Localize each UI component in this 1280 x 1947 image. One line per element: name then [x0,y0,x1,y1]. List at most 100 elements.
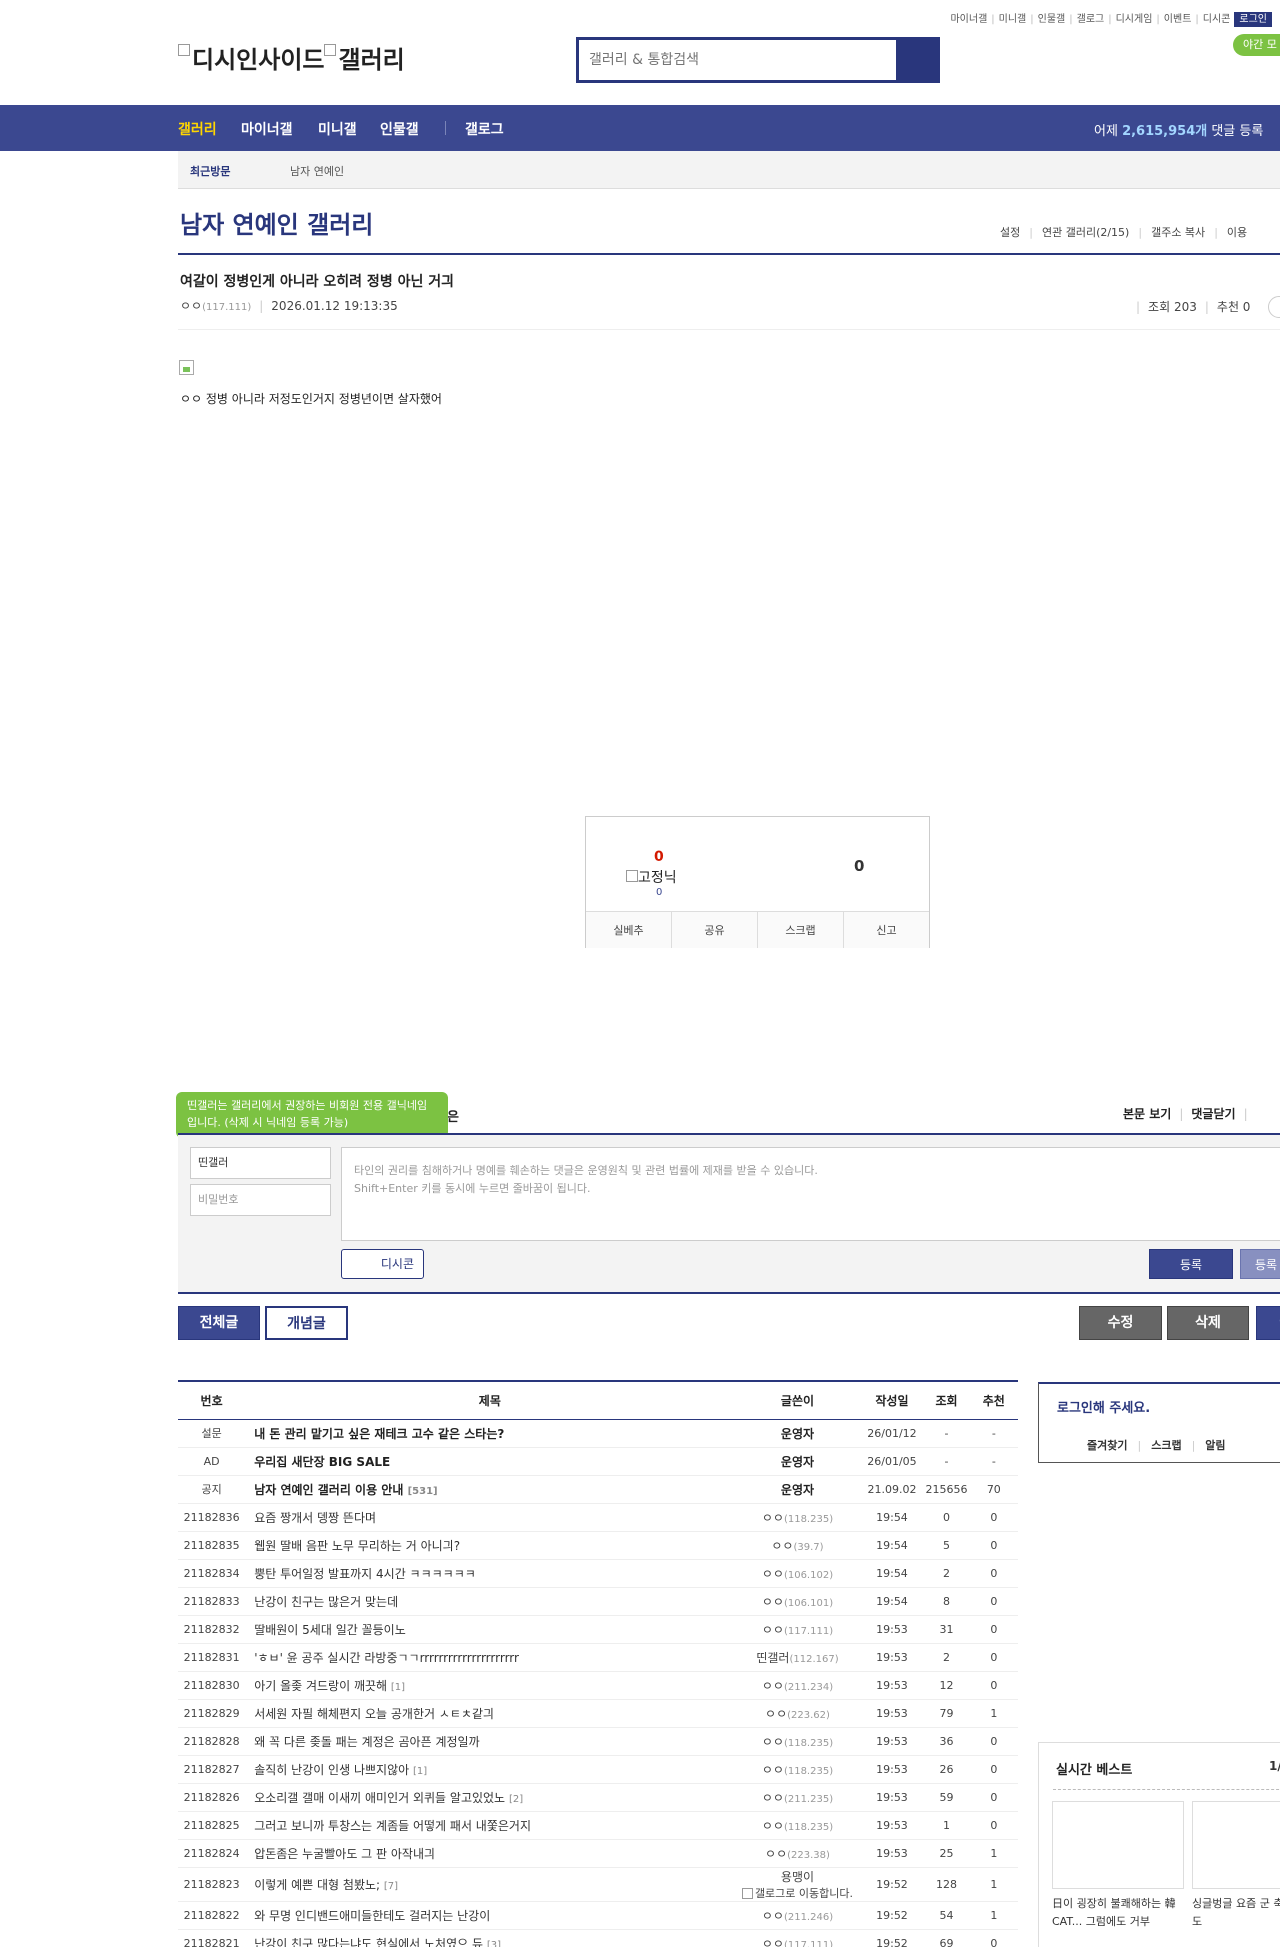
row-writer-name[interactable]: ㅇㅇ [771,1539,793,1553]
table-row[interactable]: 21182831 'ㅎㅂ' 윤 공주 실시간 라방중ㄱㄱrrrrrrrrrrrrr… [178,1643,1018,1672]
table-row[interactable]: 21182826 오소리갤 갤매 이새끼 애미인거 외퀴들 알고있었노 [2] ㅇㅇ… [178,1783,1018,1812]
row-title[interactable]: 왜 꼭 다른 좆돌 패는 계정은 곰아픈 계정일까 [254,1735,479,1749]
copy-gallery-url[interactable]: 갤주소 복사 [1151,226,1205,239]
row-writer-name[interactable]: ㅇㅇ [762,1909,784,1923]
row-title[interactable]: 'ㅎㅂ' 윤 공주 실시간 라방중ㄱㄱrrrrrrrrrrrrrrrrrrrrr [254,1651,519,1665]
row-title-cell[interactable]: 난강이 친구 많다는냐도 현실에서 노처였으 듀 [3] [245,1929,735,1947]
row-comment-count[interactable]: [7] [384,1881,398,1892]
row-writer-name[interactable]: ㅇㅇ [762,1511,784,1525]
table-row[interactable]: 공지 남자 연예인 갤러리 이용 안내 [531] 운영자 21.09.02 21565… [178,1475,1018,1504]
top-link-event[interactable]: 이벤트 [1164,14,1192,25]
alarm-link[interactable]: 알림 [1205,1439,1225,1452]
row-title-cell[interactable]: 솔직히 난강이 인생 나쁘지않아 [1] [245,1755,735,1784]
table-row[interactable]: AD 우리집 새단장 BIG SALE 운영자 26/01/05- - [178,1447,1018,1476]
row-title-cell[interactable]: 아기 올좆 겨드랑이 깨끗해 [1] [245,1671,735,1700]
best-thumbnail[interactable] [1052,1801,1184,1889]
row-writer-name[interactable]: ㅇㅇ [762,1735,784,1749]
row-title-cell[interactable]: 압돈좀은 누굴빨아도 그 판 아작내긔 [245,1839,735,1868]
table-row[interactable]: 21182832 딸배원이 5세대 일간 꼴등이노 ㅇㅇ(117.111) 19:53… [178,1615,1018,1644]
row-title-cell[interactable]: 이렇게 예쁜 대형 첨봤노; [7] [245,1867,735,1902]
nav-person[interactable]: 인물갤 [380,119,419,139]
top-link-mini[interactable]: 미니갤 [999,14,1027,25]
row-title[interactable]: 그러고 보니까 투창스는 계좀들 어떻게 패서 내쫓은거지 [254,1819,531,1833]
site-logo[interactable]: 디시인사이드 갤러리 [178,40,405,75]
comment-textarea[interactable]: 타인의 권리를 침해하거나 명예를 훼손하는 댓글은 운영원칙 및 관련 법률에… [341,1147,1280,1241]
row-title[interactable]: 뿡탄 투어일정 발표까지 4시간 ㅋㅋㅋㅋㅋㅋ [254,1567,476,1581]
table-row[interactable]: 21182822 와 무명 인디밴드애미들한테도 걸러지는 난강이 ㅇㅇ(211.2… [178,1901,1018,1930]
more-options-icon[interactable] [1268,296,1280,318]
dccon-button[interactable]: 디시콘 [341,1249,424,1279]
row-title-cell[interactable]: 그러고 보니까 투창스는 계좀들 어떻게 패서 내쫓은거지 [245,1811,735,1840]
row-writer-name[interactable]: 운영자 [781,1483,814,1497]
row-title-cell[interactable]: 왜 꼭 다른 좆돌 패는 계정은 곰아픈 계정일까 [245,1727,735,1756]
top-link-gallog[interactable]: 갤로그 [1077,14,1105,25]
row-title-cell[interactable]: 뿡탄 투어일정 발표까지 4시간 ㅋㅋㅋㅋㅋㅋ [245,1559,735,1588]
row-comment-count[interactable]: [3] [487,1940,501,1947]
table-row[interactable]: 21182836 요즘 짱개서 뎅짱 뜬다며 ㅇㅇ(118.235) 19:54 0 0 [178,1503,1018,1532]
nav-gallery[interactable]: 갤러리 [178,119,217,139]
best-thumbnail[interactable] [1192,1801,1280,1889]
share-button[interactable]: 공유 [672,912,758,948]
post-author[interactable]: ㅇㅇ [180,299,202,313]
close-comments-link[interactable]: 댓글닫기 [1191,1107,1235,1121]
delete-button[interactable]: 삭제 [1167,1306,1249,1340]
table-row[interactable]: 21182821 난강이 친구 많다는냐도 현실에서 노처였으 듀 [3] ㅇㅇ(1… [178,1929,1018,1947]
best-caption[interactable]: 싱글벙글 요즘 군 축도 [1192,1895,1280,1931]
row-title[interactable]: 웹원 딸배 음판 노무 무리하는 거 아니긔? [254,1539,460,1553]
row-writer-name[interactable]: ㅇㅇ [765,1847,787,1861]
row-title[interactable]: 남자 연예인 갤러리 이용 안내 [254,1483,403,1497]
password-field[interactable]: 비밀번호 [190,1184,331,1216]
upvote-count[interactable]: 0 [654,849,664,865]
row-title[interactable]: 딸배원이 5세대 일간 꼴등이노 [254,1623,406,1637]
table-row[interactable]: 21182829 서세원 자필 해체편지 오늘 공개한거 ㅅㅌㅊ같긔 ㅇㅇ(223.… [178,1699,1018,1728]
row-title[interactable]: 아기 올좆 겨드랑이 깨끗해 [254,1679,387,1693]
top-link-person[interactable]: 인물갤 [1038,14,1066,25]
gallery-title[interactable]: 남자 연예인 갤러리 [180,205,373,240]
row-title-cell[interactable]: 남자 연예인 갤러리 이용 안내 [531] [245,1475,735,1504]
favorites-link[interactable]: 즐겨찾기 [1087,1439,1127,1452]
row-title-cell[interactable]: 서세원 자필 해체편지 오늘 공개한거 ㅅㅌㅊ같긔 [245,1699,735,1728]
row-writer-name[interactable]: ㅇㅇ [762,1763,784,1777]
row-title[interactable]: 와 무명 인디밴드애미들한테도 걸러지는 난강이 [254,1909,490,1923]
table-row[interactable]: 21182834 뿡탄 투어일정 발표까지 4시간 ㅋㅋㅋㅋㅋㅋ ㅇㅇ(106.10… [178,1559,1018,1588]
row-title-cell[interactable]: 와 무명 인디밴드애미들한테도 걸러지는 난강이 [245,1901,735,1930]
nickname-field[interactable]: 띤갤러 [190,1147,331,1179]
top-link-game[interactable]: 디시게임 [1116,14,1153,25]
write-button[interactable]: 글 [1256,1306,1280,1340]
table-row[interactable]: 21182827 솔직히 난강이 인생 나쁘지않아 [1] ㅇㅇ(118.235) 1… [178,1755,1018,1784]
row-writer-name[interactable]: 용맹이 [734,1868,860,1885]
row-title-cell[interactable]: 딸배원이 5세대 일간 꼴등이노 [245,1615,735,1644]
row-writer-name[interactable]: ㅇㅇ [762,1819,784,1833]
row-writer-name[interactable]: 운영자 [781,1427,814,1441]
real-best-button[interactable]: 실베추 [586,912,672,948]
table-row[interactable]: 21182830 아기 올좆 겨드랑이 깨끗해 [1] ㅇㅇ(211.234) 19:… [178,1671,1018,1700]
edit-button[interactable]: 수정 [1079,1306,1162,1340]
login-prompt[interactable]: 로그인해 주세요. [1057,1397,1150,1416]
row-writer-name[interactable]: ㅇㅇ [762,1791,784,1805]
row-title[interactable]: 서세원 자필 해체편지 오늘 공개한거 ㅅㅌㅊ같긔 [254,1707,494,1721]
gallery-settings[interactable]: 설정 [1000,226,1020,239]
report-button[interactable]: 신고 [844,912,929,948]
table-row[interactable]: 21182824 압돈좀은 누굴빨아도 그 판 아작내긔 ㅇㅇ(223.38) 19:… [178,1839,1018,1868]
row-comment-count[interactable]: [1] [413,1766,427,1777]
night-mode-toggle[interactable]: 야간 모 [1233,34,1280,56]
row-title[interactable]: 압돈좀은 누굴빨아도 그 판 아작내긔 [254,1847,435,1861]
row-title[interactable]: 이렇게 예쁜 대형 첨봤노; [254,1878,380,1892]
nav-gallog[interactable]: 갤로그 [465,119,504,139]
top-link-dccon[interactable]: 디시콘 [1203,14,1231,25]
row-writer-name[interactable]: ㅇㅇ [762,1937,784,1947]
search-input[interactable] [579,40,896,80]
row-writer-gallog[interactable]: 갤로그로 이동합니다. [734,1885,860,1901]
row-title[interactable]: 요즘 짱개서 뎅짱 뜬다며 [254,1511,376,1525]
row-title[interactable]: 난강이 친구는 많은거 맞는데 [254,1595,398,1609]
row-title-cell[interactable]: 웹원 딸배 음판 노무 무리하는 거 아니긔? [245,1531,735,1560]
row-writer-name[interactable]: ㅇㅇ [762,1595,784,1609]
register-button[interactable]: 등록 [1149,1249,1233,1279]
scrap-link[interactable]: 스크랩 [1151,1439,1181,1452]
row-title-cell[interactable]: 요즘 짱개서 뎅짱 뜬다며 [245,1503,735,1532]
table-row[interactable]: 21182835 웹원 딸배 음판 노무 무리하는 거 아니긔? ㅇㅇ(39.7) 1… [178,1531,1018,1560]
row-title[interactable]: 난강이 친구 많다는냐도 현실에서 노처였으 듀 [254,1937,483,1947]
row-writer-name[interactable]: ㅇㅇ [765,1707,787,1721]
table-row[interactable]: 21182823 이렇게 예쁜 대형 첨봤노; [7] 용맹이 갤로그로 이동합니다.… [178,1867,1018,1902]
all-posts-button[interactable]: 전체글 [178,1306,260,1340]
